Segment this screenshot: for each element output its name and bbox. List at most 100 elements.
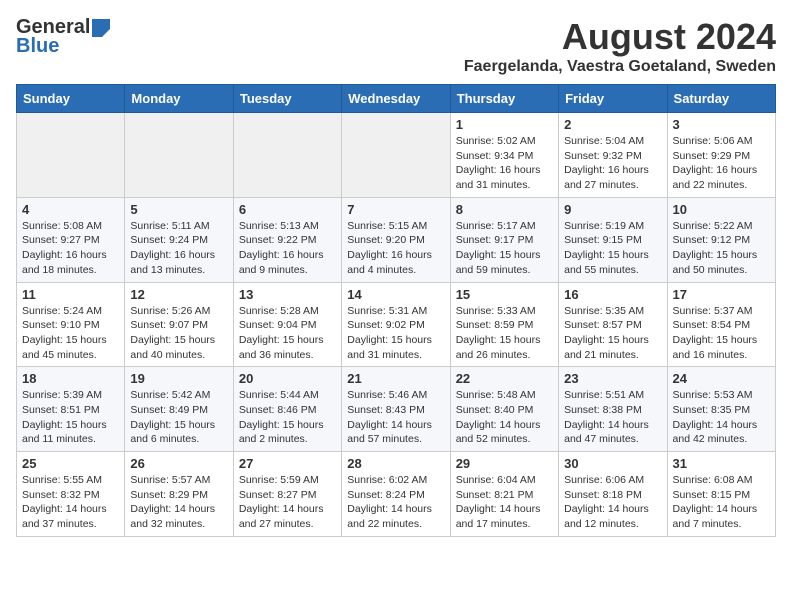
day-info: Sunrise: 5:35 AM Sunset: 8:57 PM Dayligh… [564,304,661,363]
calendar-cell: 10 Sunrise: 5:22 AM Sunset: 9:12 PM Dayl… [667,197,775,282]
calendar-cell: 29 Sunrise: 6:04 AM Sunset: 8:21 PM Dayl… [450,452,558,537]
calendar-week-row: 11 Sunrise: 5:24 AM Sunset: 9:10 PM Dayl… [17,282,776,367]
calendar-cell: 24 Sunrise: 5:53 AM Sunset: 8:35 PM Dayl… [667,367,775,452]
day-number: 1 [456,117,553,132]
sunset-text: Sunset: 9:12 PM [673,234,751,246]
day-info: Sunrise: 6:02 AM Sunset: 8:24 PM Dayligh… [347,473,444,532]
daylight-text: Daylight: 14 hours and 7 minutes. [673,503,758,530]
sunset-text: Sunset: 8:24 PM [347,489,425,501]
day-number: 20 [239,371,336,386]
day-number: 18 [22,371,119,386]
sunrise-text: Sunrise: 5:04 AM [564,135,644,147]
sunset-text: Sunset: 8:57 PM [564,319,642,331]
day-number: 6 [239,202,336,217]
calendar-cell: 8 Sunrise: 5:17 AM Sunset: 9:17 PM Dayli… [450,197,558,282]
day-info: Sunrise: 5:39 AM Sunset: 8:51 PM Dayligh… [22,388,119,447]
sunset-text: Sunset: 9:24 PM [130,234,208,246]
calendar-cell: 20 Sunrise: 5:44 AM Sunset: 8:46 PM Dayl… [233,367,341,452]
day-number: 31 [673,456,770,471]
day-info: Sunrise: 5:53 AM Sunset: 8:35 PM Dayligh… [673,388,770,447]
calendar-header-wednesday: Wednesday [342,85,450,113]
sunset-text: Sunset: 9:07 PM [130,319,208,331]
day-info: Sunrise: 5:06 AM Sunset: 9:29 PM Dayligh… [673,134,770,193]
day-number: 5 [130,202,227,217]
calendar-cell: 19 Sunrise: 5:42 AM Sunset: 8:49 PM Dayl… [125,367,233,452]
calendar-cell [125,113,233,198]
sunset-text: Sunset: 8:51 PM [22,404,100,416]
sunrise-text: Sunrise: 6:02 AM [347,474,427,486]
daylight-text: Daylight: 15 hours and 59 minutes. [456,249,541,276]
daylight-text: Daylight: 15 hours and 26 minutes. [456,334,541,361]
calendar-cell: 28 Sunrise: 6:02 AM Sunset: 8:24 PM Dayl… [342,452,450,537]
day-info: Sunrise: 6:04 AM Sunset: 8:21 PM Dayligh… [456,473,553,532]
day-info: Sunrise: 5:22 AM Sunset: 9:12 PM Dayligh… [673,219,770,278]
sunset-text: Sunset: 8:46 PM [239,404,317,416]
day-number: 15 [456,287,553,302]
sunrise-text: Sunrise: 5:39 AM [22,389,102,401]
day-number: 21 [347,371,444,386]
day-info: Sunrise: 5:33 AM Sunset: 8:59 PM Dayligh… [456,304,553,363]
sunset-text: Sunset: 8:32 PM [22,489,100,501]
sunset-text: Sunset: 8:43 PM [347,404,425,416]
day-number: 13 [239,287,336,302]
sunset-text: Sunset: 8:38 PM [564,404,642,416]
daylight-text: Daylight: 14 hours and 17 minutes. [456,503,541,530]
daylight-text: Daylight: 14 hours and 52 minutes. [456,419,541,446]
sunrise-text: Sunrise: 6:06 AM [564,474,644,486]
sunset-text: Sunset: 9:15 PM [564,234,642,246]
calendar-cell: 3 Sunrise: 5:06 AM Sunset: 9:29 PM Dayli… [667,113,775,198]
day-number: 11 [22,287,119,302]
daylight-text: Daylight: 15 hours and 2 minutes. [239,419,324,446]
sunset-text: Sunset: 8:18 PM [564,489,642,501]
day-number: 16 [564,287,661,302]
sunset-text: Sunset: 8:49 PM [130,404,208,416]
sunrise-text: Sunrise: 5:11 AM [130,220,209,232]
day-info: Sunrise: 5:28 AM Sunset: 9:04 PM Dayligh… [239,304,336,363]
calendar-cell: 6 Sunrise: 5:13 AM Sunset: 9:22 PM Dayli… [233,197,341,282]
calendar-cell: 4 Sunrise: 5:08 AM Sunset: 9:27 PM Dayli… [17,197,125,282]
sunrise-text: Sunrise: 5:55 AM [22,474,102,486]
calendar-cell: 12 Sunrise: 5:26 AM Sunset: 9:07 PM Dayl… [125,282,233,367]
daylight-text: Daylight: 15 hours and 36 minutes. [239,334,324,361]
day-number: 14 [347,287,444,302]
daylight-text: Daylight: 15 hours and 21 minutes. [564,334,649,361]
day-number: 24 [673,371,770,386]
day-info: Sunrise: 5:55 AM Sunset: 8:32 PM Dayligh… [22,473,119,532]
day-number: 29 [456,456,553,471]
title-section: August 2024 Faergelanda, Vaestra Goetala… [464,16,776,76]
day-number: 28 [347,456,444,471]
daylight-text: Daylight: 14 hours and 37 minutes. [22,503,107,530]
day-info: Sunrise: 5:31 AM Sunset: 9:02 PM Dayligh… [347,304,444,363]
calendar-week-row: 4 Sunrise: 5:08 AM Sunset: 9:27 PM Dayli… [17,197,776,282]
daylight-text: Daylight: 14 hours and 22 minutes. [347,503,432,530]
page-header: General Blue August 2024 Faergelanda, Va… [16,16,776,76]
sunset-text: Sunset: 9:02 PM [347,319,425,331]
day-info: Sunrise: 5:24 AM Sunset: 9:10 PM Dayligh… [22,304,119,363]
sunset-text: Sunset: 9:04 PM [239,319,317,331]
calendar-header-sunday: Sunday [17,85,125,113]
day-info: Sunrise: 5:02 AM Sunset: 9:34 PM Dayligh… [456,134,553,193]
sunrise-text: Sunrise: 5:44 AM [239,389,319,401]
day-number: 3 [673,117,770,132]
sunrise-text: Sunrise: 5:22 AM [673,220,753,232]
day-info: Sunrise: 5:42 AM Sunset: 8:49 PM Dayligh… [130,388,227,447]
daylight-text: Daylight: 16 hours and 4 minutes. [347,249,432,276]
sunset-text: Sunset: 9:20 PM [347,234,425,246]
calendar-cell: 22 Sunrise: 5:48 AM Sunset: 8:40 PM Dayl… [450,367,558,452]
day-number: 19 [130,371,227,386]
daylight-text: Daylight: 15 hours and 45 minutes. [22,334,107,361]
day-info: Sunrise: 5:08 AM Sunset: 9:27 PM Dayligh… [22,219,119,278]
calendar-cell: 31 Sunrise: 6:08 AM Sunset: 8:15 PM Dayl… [667,452,775,537]
calendar-cell: 27 Sunrise: 5:59 AM Sunset: 8:27 PM Dayl… [233,452,341,537]
day-number: 26 [130,456,227,471]
sunrise-text: Sunrise: 5:48 AM [456,389,536,401]
calendar-cell: 1 Sunrise: 5:02 AM Sunset: 9:34 PM Dayli… [450,113,558,198]
sunrise-text: Sunrise: 5:57 AM [130,474,210,486]
sunset-text: Sunset: 9:22 PM [239,234,317,246]
day-info: Sunrise: 5:15 AM Sunset: 9:20 PM Dayligh… [347,219,444,278]
sunrise-text: Sunrise: 5:08 AM [22,220,102,232]
calendar-cell [342,113,450,198]
calendar-cell: 23 Sunrise: 5:51 AM Sunset: 8:38 PM Dayl… [559,367,667,452]
day-info: Sunrise: 5:46 AM Sunset: 8:43 PM Dayligh… [347,388,444,447]
day-info: Sunrise: 5:59 AM Sunset: 8:27 PM Dayligh… [239,473,336,532]
